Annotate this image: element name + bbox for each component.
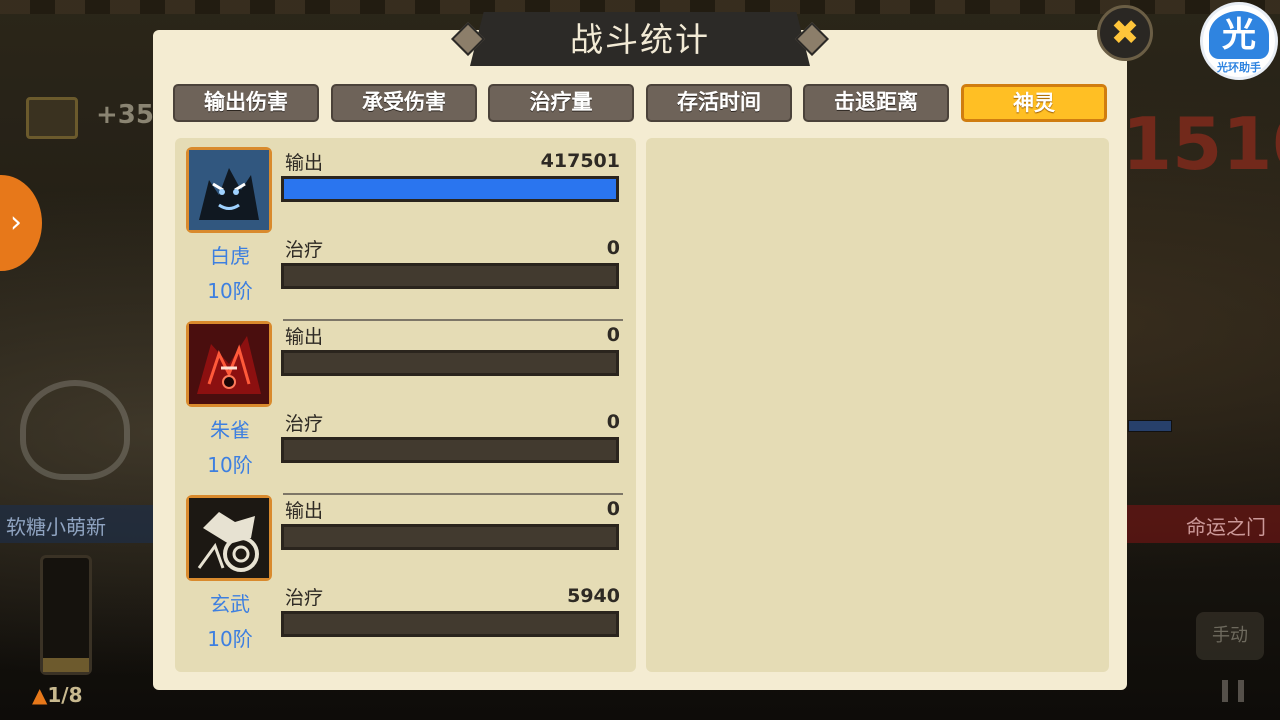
dialog-title: 战斗统计 [570, 20, 710, 59]
spirit-name: 白虎 [210, 244, 250, 268]
output-value: 417501 [540, 150, 620, 172]
close-x-icon: ✖ [1110, 13, 1140, 53]
tab-spirits[interactable]: 神灵 [961, 84, 1107, 122]
heal-label: 治疗 [285, 413, 324, 435]
spirit-row: 白虎 10阶 输出 417501 治疗 0 [175, 138, 636, 312]
tab-damage-dealt[interactable]: 输出伤害 [173, 84, 319, 122]
black-tortoise-avatar-icon[interactable] [186, 495, 272, 581]
white-tiger-avatar-icon[interactable] [186, 147, 272, 233]
spirit-rank: 10阶 [207, 627, 253, 651]
spirit-rank: 10阶 [207, 279, 253, 303]
left-player-name: 软糖小萌新 [0, 505, 160, 543]
spirit-rank: 10阶 [207, 453, 253, 477]
output-label: 输出 [285, 500, 324, 522]
chevron-right-icon: › [10, 205, 22, 240]
heal-label: 治疗 [285, 587, 324, 609]
vermilion-bird-avatar-icon[interactable] [186, 321, 272, 407]
output-bar [281, 350, 619, 376]
chest-icon [26, 97, 78, 139]
spirit-row: 朱雀 10阶 输出 0 治疗 0 [175, 312, 636, 486]
helper-label: 光环助手 [1217, 61, 1261, 74]
heal-bar [281, 437, 619, 463]
right-player-name: 命运之门 [1120, 505, 1280, 543]
helper-badge[interactable]: 光 光环助手 [1200, 2, 1278, 80]
enemy-hp-bar [1128, 420, 1172, 432]
heal-bar [281, 263, 619, 289]
output-label: 输出 [285, 326, 324, 348]
spirit-detail-panel [646, 138, 1109, 672]
heal-bar [281, 611, 619, 637]
output-value: 0 [606, 498, 620, 520]
energy-count: ▲1/8 [32, 683, 83, 707]
heal-value: 5940 [567, 585, 620, 607]
close-button[interactable]: ✖ [1097, 5, 1153, 61]
spirit-name: 朱雀 [210, 418, 250, 442]
spirit-row: 玄武 10阶 输出 0 治疗 5940 [175, 486, 636, 660]
tab-knockback[interactable]: 击退距离 [803, 84, 949, 122]
energy-gauge [40, 555, 92, 675]
stats-tab-bar: 输出伤害 承受伤害 治疗量 存活时间 击退距离 神灵 [173, 84, 1113, 122]
output-bar [281, 176, 619, 202]
spirit-name: 玄武 [210, 592, 250, 616]
spirit-stats-panel: 白虎 10阶 输出 417501 治疗 0 朱雀 10阶 输出 0 治疗 0 玄… [175, 138, 636, 672]
flame-icon: ▲ [32, 683, 48, 707]
heal-value: 0 [606, 411, 620, 433]
tab-damage-taken[interactable]: 承受伤害 [331, 84, 477, 122]
heal-value: 0 [606, 237, 620, 259]
output-value: 0 [606, 324, 620, 346]
heal-label: 治疗 [285, 239, 324, 261]
output-label: 输出 [285, 152, 324, 174]
skull-mask-icon [20, 380, 130, 480]
manual-button[interactable]: 手动 [1196, 612, 1264, 660]
tab-survival-time[interactable]: 存活时间 [646, 84, 792, 122]
output-bar-fill [284, 179, 616, 199]
reward-plus-text: +35 [96, 100, 154, 130]
pause-icon[interactable] [1222, 680, 1244, 702]
damage-number-bg: 1510 [1122, 102, 1280, 186]
tab-healing[interactable]: 治疗量 [488, 84, 634, 122]
output-bar [281, 524, 619, 550]
helper-logo-icon: 光 [1209, 11, 1269, 59]
